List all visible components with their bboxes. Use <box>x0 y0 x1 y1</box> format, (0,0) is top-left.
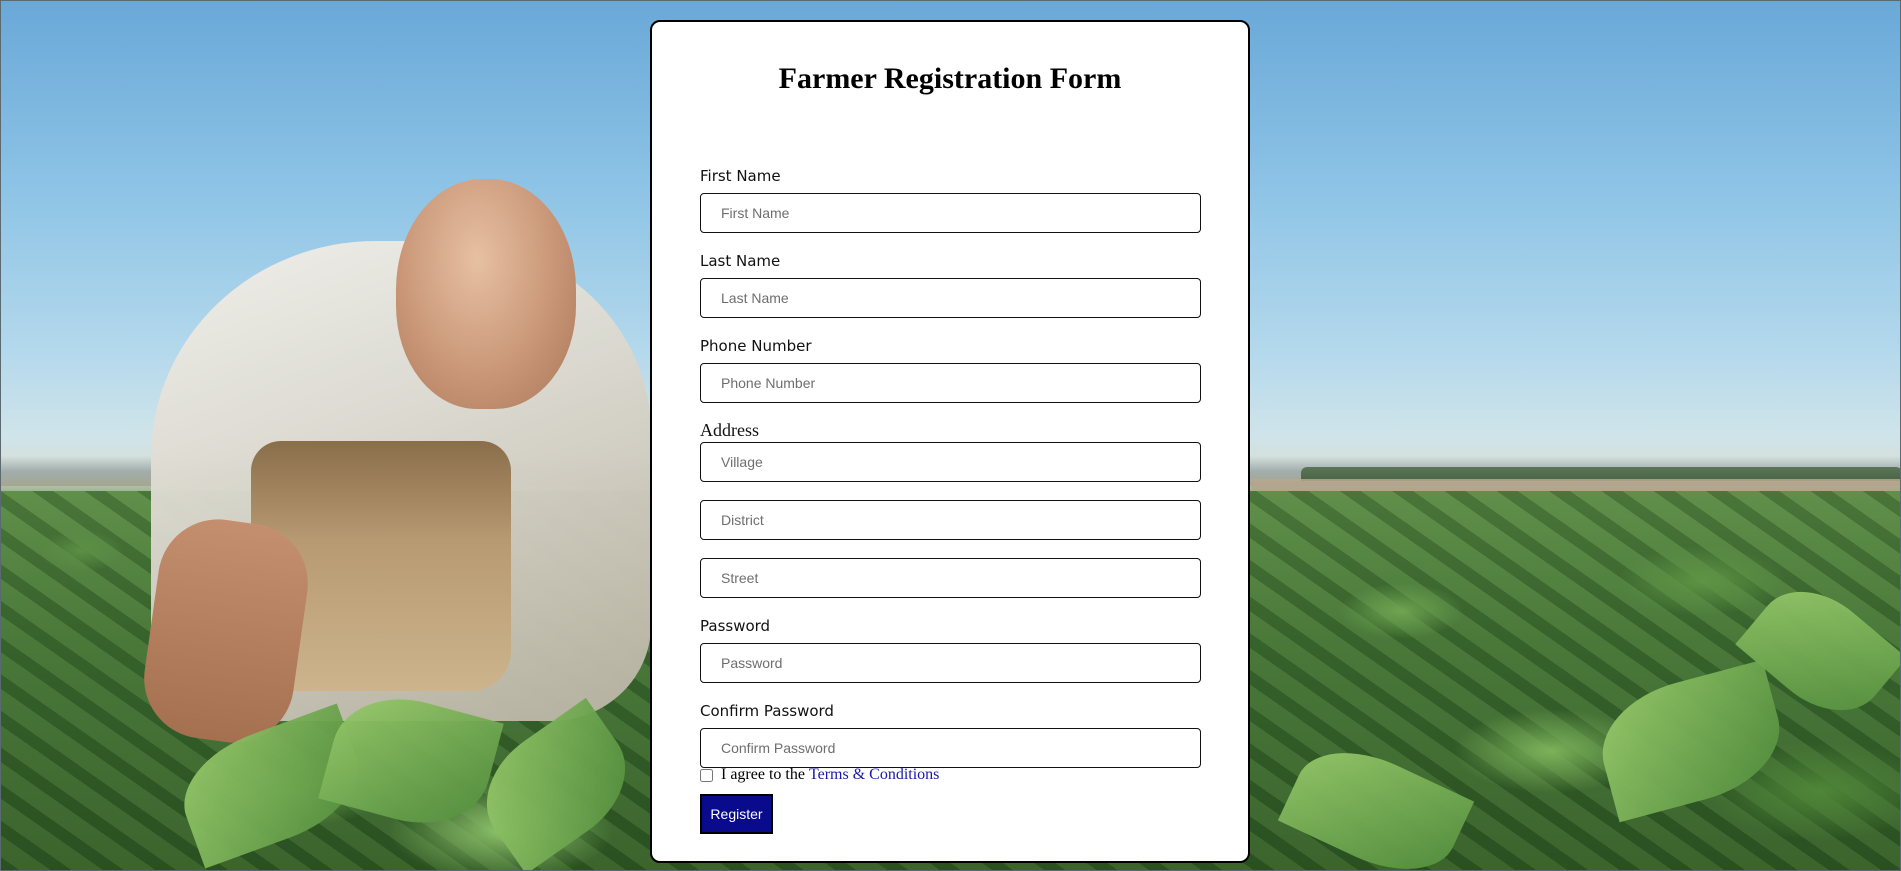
address-label: Address <box>700 420 759 440</box>
terms-checkbox[interactable] <box>700 768 713 782</box>
confirm-password-input[interactable] <box>700 728 1201 768</box>
last-name-label: Last Name <box>700 252 781 270</box>
phone-number-label: Phone Number <box>700 337 812 355</box>
village-input[interactable] <box>700 442 1201 482</box>
confirm-password-label: Confirm Password <box>700 702 834 720</box>
first-name-label: First Name <box>700 167 781 185</box>
register-button[interactable]: Register <box>700 794 773 834</box>
district-input[interactable] <box>700 500 1201 540</box>
password-input[interactable] <box>700 643 1201 683</box>
password-label: Password <box>700 617 771 635</box>
terms-row: I agree to the Terms & Conditions <box>700 765 939 785</box>
form-title: Farmer Registration Form <box>778 62 1122 95</box>
registration-form: Farmer Registration Form First Name Last… <box>650 20 1250 863</box>
phone-number-input[interactable] <box>700 363 1201 403</box>
terms-text: I agree to the <box>721 766 805 783</box>
street-input[interactable] <box>700 558 1201 598</box>
first-name-input[interactable] <box>700 193 1201 233</box>
farmer-head <box>396 179 576 409</box>
last-name-input[interactable] <box>700 278 1201 318</box>
terms-link[interactable]: Terms & Conditions <box>809 766 939 784</box>
